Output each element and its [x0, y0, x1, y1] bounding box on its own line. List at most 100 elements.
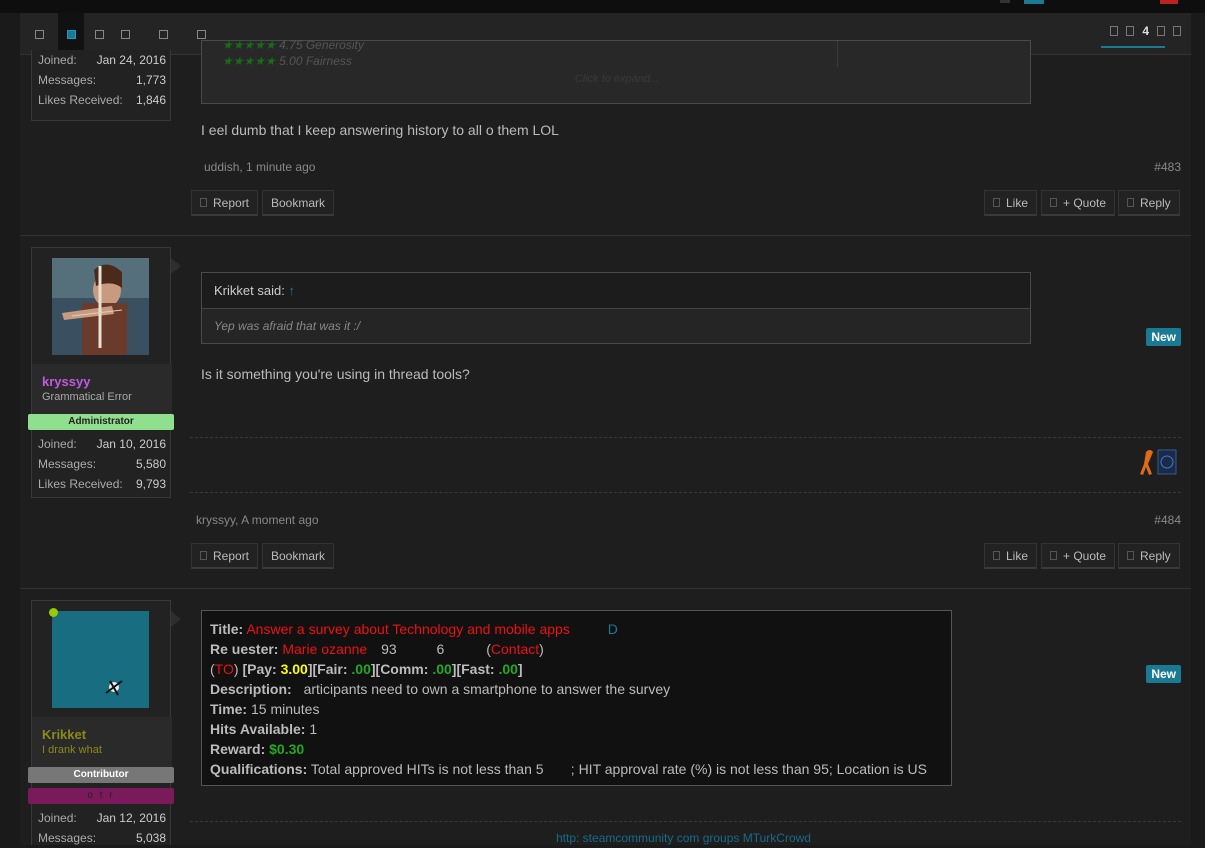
fast-value: .00	[498, 661, 518, 677]
to-link[interactable]: TO	[215, 661, 234, 677]
top-bar-accent-item[interactable]	[1024, 0, 1044, 4]
likes-value: 9,793	[135, 477, 166, 491]
whats-new-icon	[94, 29, 104, 39]
nav-tab-members[interactable]	[112, 13, 138, 55]
joined-row: Joined: Jan 24, 2016	[38, 50, 166, 70]
avatar[interactable]	[52, 611, 149, 708]
signature-link[interactable]: http: steamcommunity com groups MTurkCro…	[556, 831, 811, 845]
messages-value: 1,773	[135, 73, 166, 87]
pay-value: 3.00	[280, 661, 308, 677]
bookmark-button[interactable]: Bookmark	[262, 543, 335, 569]
likes-label: Likes Received:	[38, 477, 123, 491]
contact-link[interactable]: Contact	[491, 641, 539, 657]
avatar-image	[52, 611, 149, 708]
time-label: Time:	[210, 701, 248, 717]
rating-generosity-text: 4.75 Generosity	[279, 38, 364, 52]
reply-button[interactable]: Reply	[1118, 543, 1180, 569]
post-meta[interactable]: uddish, 1 minute ago	[204, 160, 315, 174]
rating-fairness-text: 5.00 Fairness	[279, 54, 352, 68]
search-icon[interactable]	[1173, 26, 1181, 36]
hit-details-box: Title: Answer a survey about Technology …	[201, 610, 952, 786]
post-number[interactable]: #483	[1154, 160, 1181, 174]
like-label: Like	[1006, 548, 1029, 563]
username[interactable]: kryssyy	[42, 374, 162, 389]
requester-link[interactable]: Marie ozanne	[282, 641, 367, 657]
likes-label: Likes Received:	[38, 93, 123, 107]
hit-title-link[interactable]: Answer a survey about Technology and mob…	[246, 621, 570, 637]
reward-value: $0.30	[269, 741, 305, 757]
fair-label: Fair:	[317, 661, 348, 677]
reply-button[interactable]: Reply	[1118, 190, 1180, 216]
like-label: Like	[1006, 195, 1029, 210]
signature-images	[1138, 448, 1178, 476]
report-button[interactable]: Report	[191, 190, 259, 216]
quote-icon	[1050, 551, 1057, 560]
nav-active-indicator	[1101, 46, 1165, 48]
username[interactable]: Krikket	[42, 727, 162, 742]
nav-tab-forums[interactable]	[58, 13, 84, 55]
hit-qualifications-row: Qualifications: Total approved HITs is n…	[210, 759, 943, 779]
user-card: Krikket I drank what	[32, 717, 172, 767]
nav-tab-home[interactable]	[26, 13, 52, 55]
description-label: Description:	[210, 681, 292, 697]
hit-extra-link[interactable]: D	[608, 621, 618, 637]
new-badge: New	[1146, 665, 1181, 683]
bookmark-button[interactable]: Bookmark	[262, 190, 335, 216]
quote-button[interactable]: + Quote	[1041, 190, 1116, 216]
nav-user-tools: 4	[1110, 24, 1181, 38]
like-button[interactable]: Like	[984, 190, 1038, 216]
messages-row: Messages: 5,038	[38, 828, 166, 848]
like-icon	[993, 551, 1000, 560]
user-banner-secondary: o t r	[28, 788, 174, 804]
reply-label: Reply	[1140, 195, 1171, 210]
quote-text: Yep was afraid that was it :/	[214, 319, 361, 333]
quote-icon	[1050, 198, 1057, 207]
pay-label: Pay:	[247, 661, 277, 677]
quote-jump-icon[interactable]: ↑	[288, 283, 295, 298]
user-card: kryssyy Grammatical Error	[32, 364, 172, 414]
joined-row: Joined: Jan 10, 2016	[38, 434, 166, 454]
requester-id-1: 93	[381, 641, 397, 657]
click-to-expand-link[interactable]: Click to expand...	[202, 73, 1032, 85]
messages-row: Messages: 5,580	[38, 454, 166, 474]
report-button[interactable]: Report	[191, 543, 259, 569]
quote-label: + Quote	[1063, 195, 1107, 210]
avatar[interactable]	[52, 258, 149, 355]
user-title: I drank what	[42, 744, 102, 756]
quote-button[interactable]: + Quote	[1041, 543, 1116, 569]
message-arrow	[171, 611, 181, 627]
rating-generosity: ★★★★★ 4.75 Generosity	[222, 38, 364, 52]
account-icon[interactable]	[1157, 26, 1165, 36]
post-483: Joined: Jan 24, 2016 Messages: 1,773 Likes…	[20, 38, 1191, 236]
reply-icon	[1127, 551, 1134, 560]
signature-divider	[190, 821, 1181, 822]
joined-label: Joined:	[38, 53, 77, 67]
report-icon	[200, 198, 207, 207]
quote-block-484: Krikket said: ↑ Yep was afraid that was …	[201, 272, 1031, 344]
top-bar-alert-item[interactable]	[1160, 0, 1178, 4]
table-divider	[837, 41, 838, 67]
inbox-icon[interactable]	[1110, 26, 1119, 36]
comm-value: .00	[432, 661, 452, 677]
top-bar-item[interactable]	[1000, 0, 1010, 3]
hit-ratings-row: (TO) [Pay: 3.00][Fair: .00][Comm: .00][F…	[210, 661, 523, 677]
avatar-image	[52, 258, 149, 355]
joined-label: Joined:	[38, 811, 77, 825]
alerts-count: 4	[1142, 24, 1149, 38]
reply-label: Reply	[1140, 548, 1171, 563]
post-meta[interactable]: kryssyy, A moment ago	[196, 513, 319, 527]
post-number[interactable]: #484	[1154, 513, 1181, 527]
members-icon	[120, 29, 130, 39]
hit-available-row: Hits Available: 1	[210, 719, 943, 739]
thread-posts: Joined: Jan 24, 2016 Messages: 1,773 Likes…	[20, 38, 1191, 848]
message-arrow	[171, 258, 181, 274]
nav-tab-whats-new[interactable]	[86, 13, 112, 55]
alerts-icon[interactable]	[1126, 26, 1135, 36]
reward-label: Reward:	[210, 741, 266, 757]
like-button[interactable]: Like	[984, 543, 1038, 569]
nav-tab-media[interactable]	[150, 13, 176, 55]
user-banner: Administrator	[28, 414, 174, 430]
comm-label: Comm:	[380, 661, 429, 677]
hit-reward-row: Reward: $0.30	[210, 739, 943, 759]
bookmark-label: Bookmark	[271, 195, 326, 210]
